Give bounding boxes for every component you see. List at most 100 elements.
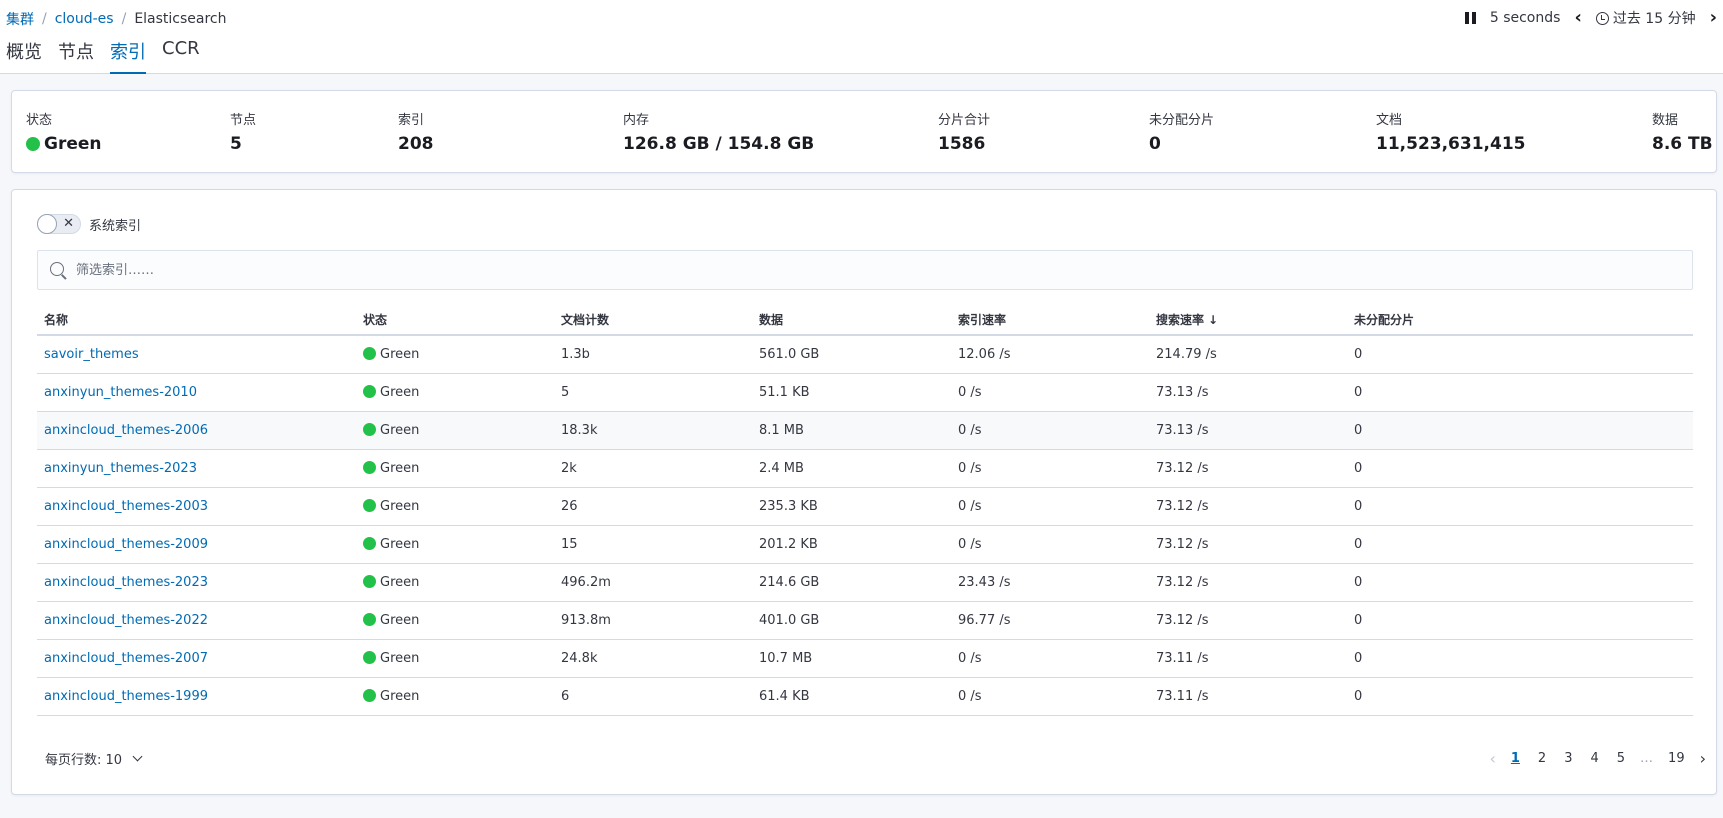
table-cell: 214.6 GB <box>752 563 951 602</box>
table-cell: Green <box>356 639 554 678</box>
stat-value: 0 <box>1149 134 1161 154</box>
table-cell: anxincloud_themes-2009 <box>37 525 356 564</box>
column-header-status[interactable]: 状态 <box>356 305 554 336</box>
unassigned-shards-cell: 0 <box>1354 574 1363 590</box>
column-header-data[interactable]: 数据 <box>752 305 951 336</box>
switch-knob <box>37 214 57 234</box>
index-name-link[interactable]: anxincloud_themes-2009 <box>44 537 208 552</box>
doc-count-cell: 913.8m <box>561 612 611 628</box>
search-rate-cell: 73.12 /s <box>1156 536 1209 552</box>
search-rate-cell: 73.12 /s <box>1156 612 1209 628</box>
tab-nodes[interactable]: 节点 <box>58 38 94 74</box>
table-cell: 0 <box>1347 449 1693 488</box>
column-header-search-rate[interactable]: 搜索速率 ↓ <box>1149 305 1347 336</box>
table-row: anxincloud_themes-2023 Green 496.2m 214.6 G… <box>37 563 1693 602</box>
stat-value: 11,523,631,415 <box>1376 134 1526 154</box>
page-button[interactable]: 19 <box>1665 751 1688 766</box>
index-rate-cell: 0 /s <box>958 536 982 552</box>
previous-page-icon[interactable]: ‹ <box>1489 749 1495 768</box>
filter-search-box <box>37 250 1693 290</box>
time-range-picker[interactable]: 过去 15 分钟 <box>1595 8 1696 28</box>
table-cell: 8.1 MB <box>752 411 951 450</box>
table-cell: 73.11 /s <box>1149 677 1347 716</box>
breadcrumb-cluster[interactable]: cloud-es <box>55 11 114 27</box>
table-cell: 0 <box>1347 639 1693 678</box>
unassigned-shards-cell: 0 <box>1354 346 1363 362</box>
column-header-name[interactable]: 名称 <box>37 305 356 336</box>
index-name-link[interactable]: anxincloud_themes-2007 <box>44 651 208 666</box>
rows-per-page-label: 每页行数: 10 <box>45 753 123 768</box>
index-name-link[interactable]: anxinyun_themes-2010 <box>44 385 197 400</box>
stat-value: 8.6 TB <box>1652 134 1713 154</box>
table-cell: anxincloud_themes-1999 <box>37 677 356 716</box>
table-cell: 12.06 /s <box>951 335 1149 374</box>
filter-indices-input[interactable] <box>76 259 1676 281</box>
table-cell: 0 /s <box>951 677 1149 716</box>
unassigned-shards-cell: 0 <box>1354 422 1363 438</box>
table-cell: 0 /s <box>951 411 1149 450</box>
search-rate-cell: 73.12 /s <box>1156 574 1209 590</box>
table-row: anxinyun_themes-2010 Green 5 51.1 KB 0 /s 73.… <box>37 373 1693 412</box>
time-range-label: 过去 15 分钟 <box>1612 11 1696 27</box>
column-header-doc-count[interactable]: 文档计数 <box>554 305 752 336</box>
index-name-link[interactable]: anxincloud_themes-2023 <box>44 575 208 590</box>
index-name-link[interactable]: savoir_themes <box>44 347 139 362</box>
rows-per-page-selector[interactable]: 每页行数: 10 <box>45 749 143 768</box>
data-cell: 2.4 MB <box>759 460 804 476</box>
page-button[interactable]: 5 <box>1614 751 1628 766</box>
status-dot-icon <box>363 460 376 474</box>
index-name-link[interactable]: anxincloud_themes-2006 <box>44 423 208 438</box>
next-page-icon[interactable]: › <box>1700 749 1706 768</box>
system-indices-switch[interactable]: ✕ <box>37 214 81 234</box>
table-cell: 0 <box>1347 411 1693 450</box>
table-cell: 15 <box>554 525 752 564</box>
table-cell: 496.2m <box>554 563 752 602</box>
index-name-link[interactable]: anxincloud_themes-1999 <box>44 689 208 704</box>
chevron-left-icon[interactable]: ‹ <box>1574 9 1581 27</box>
column-header-unassigned-shards[interactable]: 未分配分片 <box>1347 305 1693 336</box>
table-row: anxincloud_themes-2003 Green 26 235.3 KB 0 /… <box>37 487 1693 526</box>
status-dot-icon <box>363 498 376 512</box>
table-cell: Green <box>356 525 554 564</box>
table-cell: 201.2 KB <box>752 525 951 564</box>
chevron-right-icon[interactable]: › <box>1710 9 1717 27</box>
table-cell: 5 <box>554 373 752 412</box>
stat-label: 分片合计 <box>938 113 991 128</box>
table-cell: 61.4 KB <box>752 677 951 716</box>
status-cell: Green <box>380 574 420 590</box>
table-cell: 0 <box>1347 677 1693 716</box>
data-cell: 401.0 GB <box>759 612 820 628</box>
page-button[interactable]: 4 <box>1587 751 1601 766</box>
doc-count-cell: 18.3k <box>561 422 598 438</box>
page-button[interactable]: 3 <box>1561 751 1575 766</box>
stat-label: 节点 <box>230 113 257 128</box>
page-button[interactable]: 1 <box>1508 751 1523 766</box>
stat-label: 数据 <box>1652 113 1679 128</box>
table-cell: 73.12 /s <box>1149 487 1347 526</box>
refresh-interval[interactable]: 5 seconds <box>1490 10 1561 26</box>
status-dot-icon <box>363 536 376 550</box>
tab-indices[interactable]: 索引 <box>110 38 146 74</box>
breadcrumb-clusters[interactable]: 集群 <box>6 9 34 29</box>
table-cell: 73.11 /s <box>1149 639 1347 678</box>
table-cell: Green <box>356 601 554 640</box>
index-name-link[interactable]: anxincloud_themes-2022 <box>44 613 208 628</box>
index-name-link[interactable]: anxinyun_themes-2023 <box>44 461 197 476</box>
table-cell: Green <box>356 411 554 450</box>
pause-icon[interactable] <box>1464 11 1476 25</box>
data-cell: 10.7 MB <box>759 650 813 666</box>
table-cell: anxincloud_themes-2003 <box>37 487 356 526</box>
tab-ccr[interactable]: CCR <box>162 38 200 74</box>
data-cell: 51.1 KB <box>759 384 810 400</box>
table-cell: anxincloud_themes-2022 <box>37 601 356 640</box>
table-cell: 0 /s <box>951 449 1149 488</box>
status-cell: Green <box>380 612 420 628</box>
index-name-link[interactable]: anxincloud_themes-2003 <box>44 499 208 514</box>
top-header: 集群 / cloud-es / Elasticsearch 5 seconds … <box>0 0 1723 74</box>
tab-overview[interactable]: 概览 <box>6 38 42 74</box>
table-header-row: 名称 状态 文档计数 数据 索引速率 搜索速率 ↓ 未分配分片 <box>37 305 1693 336</box>
page-button[interactable]: 2 <box>1535 751 1549 766</box>
column-header-index-rate[interactable]: 索引速率 <box>951 305 1149 336</box>
table-cell: 26 <box>554 487 752 526</box>
breadcrumb: 集群 / cloud-es / Elasticsearch <box>6 9 227 29</box>
